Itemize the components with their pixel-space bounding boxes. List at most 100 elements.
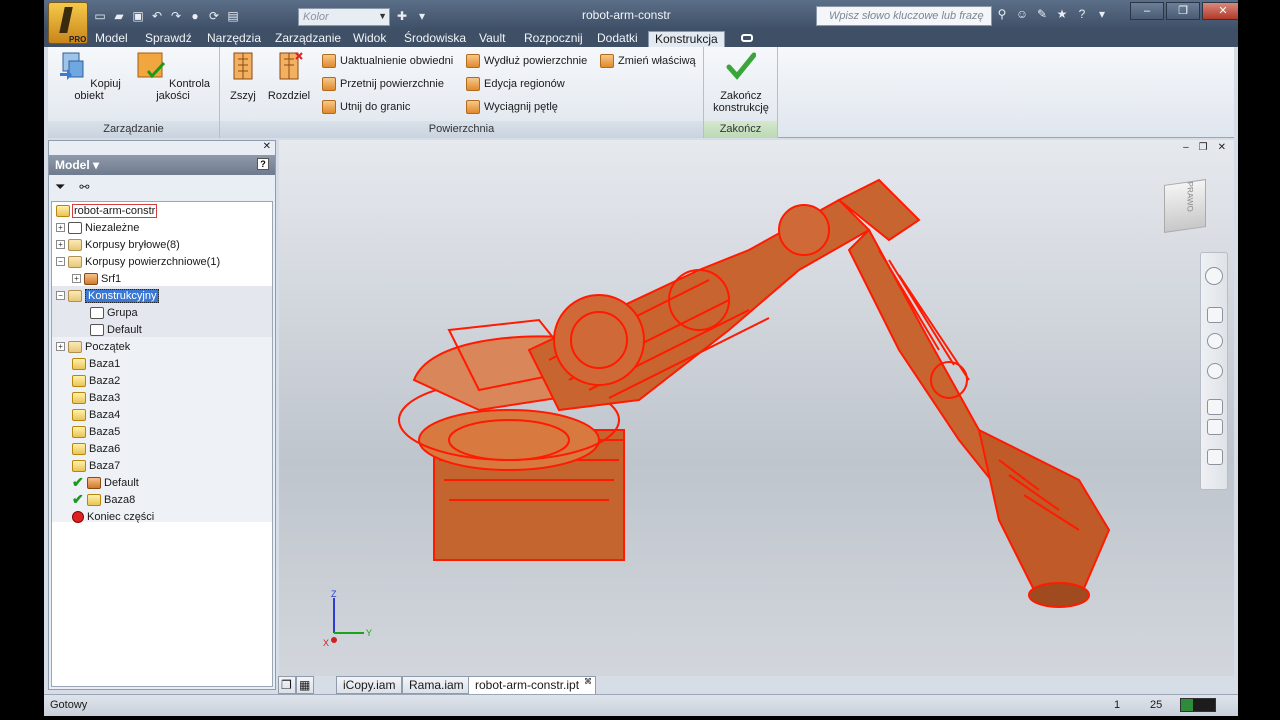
new-file-icon[interactable]: ▭ (92, 8, 108, 24)
tree-item-root[interactable]: robot-arm-constr (56, 202, 158, 219)
measure-icon[interactable]: ✚ (394, 8, 410, 24)
collapse-icon[interactable]: − (56, 257, 65, 266)
solid-body-icon (72, 391, 86, 404)
expand-icon[interactable]: + (56, 342, 65, 351)
tree-item-surface-bodies[interactable]: − Korpusy powierzchniowe(1) (56, 253, 220, 270)
color-select-value: Kolor (303, 11, 329, 23)
stitch-button[interactable]: Zszyj (224, 51, 262, 102)
doc-tab-icopy[interactable]: iCopy.iam (336, 676, 403, 694)
zoom-icon[interactable] (1207, 333, 1223, 349)
tree-item-default[interactable]: ✔ Default (72, 474, 139, 491)
finish-construction-button[interactable]: Zakończ konstrukcję (708, 51, 774, 114)
quality-check-button[interactable]: Kontrola jakości (130, 51, 216, 102)
tree-item-srf1[interactable]: + Srf1 (72, 270, 121, 287)
tree-item-label: Korpusy bryłowe(8) (85, 238, 180, 251)
tree-item-label: Konstrukcyjny (85, 288, 160, 303)
steering-wheel-icon[interactable] (1205, 267, 1223, 285)
tree-item-niezalezne[interactable]: + Niezależne (56, 219, 139, 236)
tree-item-origin[interactable]: + Początek (56, 338, 130, 355)
filter-icon[interactable]: ⏷ (55, 179, 65, 195)
tree-item-default-construction[interactable]: Default (90, 321, 142, 338)
arrange-windows-icon[interactable]: ▦ (296, 676, 314, 694)
rebuild-icon[interactable]: ▤ (225, 8, 241, 24)
status-progress (1180, 698, 1216, 712)
edit-regions-button[interactable]: Edycja regionów (466, 75, 565, 93)
collapse-icon[interactable]: − (56, 291, 65, 300)
doc-tab-robot-arm[interactable]: robot-arm-constr.ipt ⌘ (468, 676, 597, 694)
tree-item-baza3[interactable]: Baza3 (72, 389, 120, 406)
surface-icon (87, 476, 101, 489)
close-button[interactable]: ✕ (1202, 2, 1238, 20)
tab-vault[interactable]: Vault (476, 31, 508, 45)
tree-item-solid-bodies[interactable]: + Korpusy bryłowe(8) (56, 236, 180, 253)
minimize-button[interactable]: – (1130, 2, 1164, 20)
favorites-star-icon[interactable]: ★ (1054, 6, 1070, 22)
redo-icon[interactable]: ↷ (168, 8, 184, 24)
binoculars-icon[interactable]: ⚲ (994, 6, 1010, 22)
browser-help-icon[interactable]: ? (257, 158, 269, 170)
restore-button[interactable]: ❐ (1166, 2, 1200, 20)
tab-zarzadzanie[interactable]: Zarządzanie (272, 31, 344, 45)
tools-icon[interactable]: ✎ (1034, 6, 1050, 22)
graphics-viewport[interactable]: – ❐ ✕ PRAWO Z Y X (279, 140, 1234, 676)
tab-rozpocznij[interactable]: Rozpocznij (521, 31, 586, 45)
open-folder-icon[interactable]: ▰ (111, 8, 127, 24)
tree-item-konstrukcyjny[interactable]: − Konstrukcyjny (56, 287, 160, 304)
expand-icon[interactable]: + (72, 274, 81, 283)
select-mode-icon[interactable]: ● (187, 8, 203, 24)
cascade-windows-icon[interactable]: ❐ (278, 676, 296, 694)
tree-item-baza7[interactable]: Baza7 (72, 457, 120, 474)
extract-loop-button[interactable]: Wyciągnij pętlę (466, 98, 558, 116)
change-property-button[interactable]: Zmień właściwą (600, 52, 696, 70)
tree-item-label: Default (104, 476, 139, 489)
extend-surface-button[interactable]: Wydłuż powierzchnie (466, 52, 587, 70)
browser-title[interactable]: Model ▾ ? (49, 155, 275, 175)
trim-to-edge-button[interactable]: Utnij do granic (322, 98, 410, 116)
update-icon[interactable]: ⟳ (206, 8, 222, 24)
split-button[interactable]: Rozdziel (266, 51, 312, 102)
customize-icon[interactable]: ▾ (414, 8, 430, 24)
intersect-surfaces-button[interactable]: Przetnij powierzchnie (322, 75, 444, 93)
zoom-window-icon[interactable] (1207, 449, 1223, 465)
users-icon[interactable]: ☺ (1014, 6, 1030, 22)
undo-icon[interactable]: ↶ (149, 8, 165, 24)
tab-narzedzia[interactable]: Narzędzia (204, 31, 264, 45)
expand-icon[interactable]: + (56, 223, 65, 232)
copy-object-button[interactable]: Kopiuj obiekt (54, 51, 124, 102)
pan-hand-icon[interactable] (1207, 307, 1223, 323)
look-at-icon[interactable] (1207, 399, 1223, 415)
tree-item-end-of-part[interactable]: Koniec części (72, 508, 154, 525)
close-tab-icon[interactable]: ⌘ (584, 677, 592, 686)
color-select[interactable]: Kolor ▼ (298, 8, 390, 26)
tree-item-grupa[interactable]: Grupa (90, 304, 138, 321)
tab-srodowiska[interactable]: Środowiska (401, 31, 469, 45)
search-input[interactable]: Wpisz słowo kluczowe lub frazę (816, 6, 992, 26)
finish-label-line1: Zakończ (720, 90, 762, 102)
help-dropdown-icon[interactable]: ▾ (1094, 6, 1110, 22)
doc-tab-rama[interactable]: Rama.iam (402, 676, 471, 694)
tab-model[interactable]: Model (92, 31, 131, 45)
status-text: Gotowy (50, 699, 88, 711)
tree-item-baza1[interactable]: Baza1 (72, 355, 120, 372)
minimize-ribbon-icon[interactable] (741, 34, 753, 42)
update-bounds-button[interactable]: Uaktualnienie obwiedni (322, 52, 453, 70)
orbit-icon[interactable] (1207, 363, 1223, 379)
tab-konstrukcja[interactable]: Konstrukcja (648, 31, 725, 47)
robot-arm-model[interactable] (279, 140, 1234, 676)
viewcube[interactable]: PRAWO (1164, 179, 1206, 233)
save-icon[interactable]: ▣ (130, 8, 146, 24)
tab-widok[interactable]: Widok (350, 31, 389, 45)
help-icon[interactable]: ? (1074, 6, 1090, 22)
tab-dodatki[interactable]: Dodatki (594, 31, 641, 45)
expand-icon[interactable]: + (56, 240, 65, 249)
tree-item-baza4[interactable]: Baza4 (72, 406, 120, 423)
zoom-all-icon[interactable] (1207, 419, 1223, 435)
application-menu-button[interactable]: PRO (48, 2, 88, 44)
find-binoculars-icon[interactable]: ⚯ (79, 180, 89, 194)
tree-item-baza2[interactable]: Baza2 (72, 372, 120, 389)
tab-sprawdz[interactable]: Sprawdź (142, 31, 195, 45)
tree-item-baza6[interactable]: Baza6 (72, 440, 120, 457)
close-browser-icon[interactable]: ✕ (263, 141, 271, 152)
tree-item-baza5[interactable]: Baza5 (72, 423, 120, 440)
tree-item-baza8[interactable]: ✔ Baza8 (72, 491, 135, 508)
